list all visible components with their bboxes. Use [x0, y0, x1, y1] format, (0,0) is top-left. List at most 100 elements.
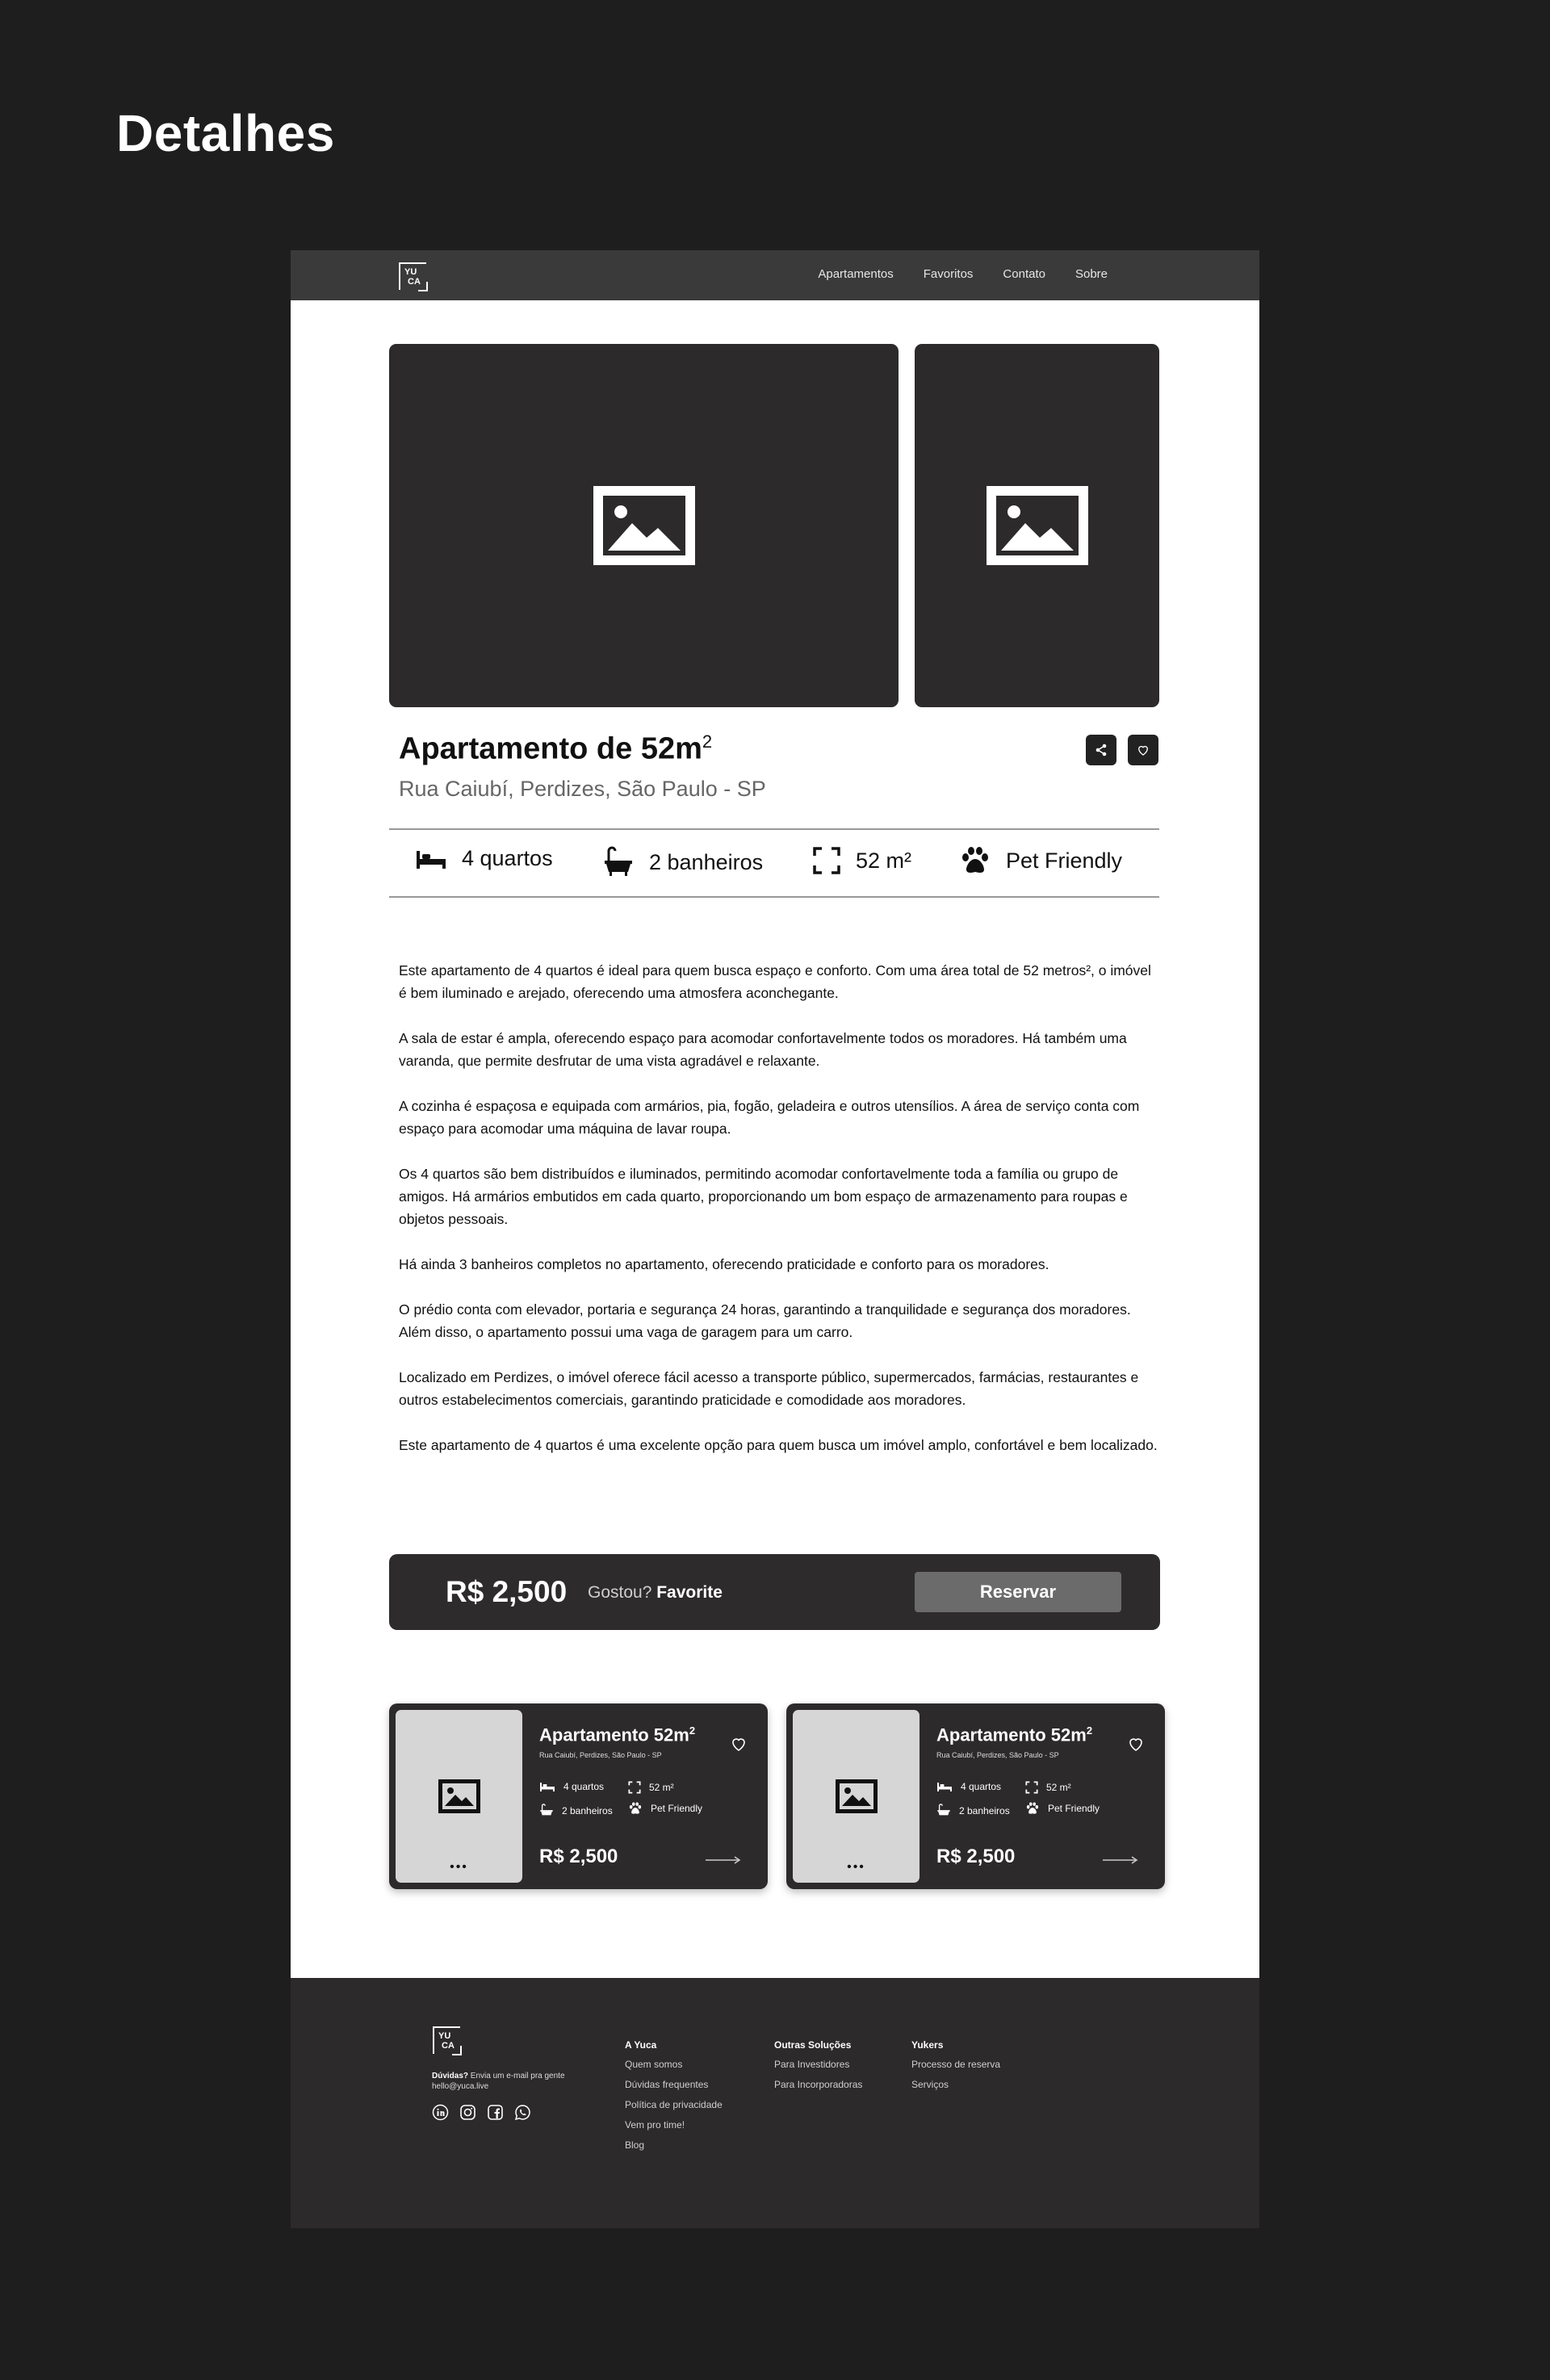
- main-photo[interactable]: [389, 344, 899, 707]
- card-bathrooms-text: 2 banheiros: [562, 1805, 613, 1816]
- description-paragraph: Localizado em Perdizes, o imóvel oferece…: [399, 1369, 1139, 1408]
- top-navbar: YU CA Apartamentos Favoritos Contato Sob…: [291, 250, 1259, 300]
- image-placeholder-icon: [986, 486, 1088, 565]
- related-listing-card[interactable]: ••• Apartamento 52m2 Rua Caiubí, Perdize…: [389, 1703, 768, 1889]
- paw-icon: [1026, 1802, 1039, 1814]
- card-arrow-button[interactable]: [1103, 1854, 1138, 1868]
- card-bathrooms-text: 2 banheiros: [959, 1805, 1010, 1816]
- card-title-superscript: 2: [1086, 1724, 1093, 1737]
- footer-column-a-yuca: A Yuca Quem somos Dúvidas frequentes Pol…: [625, 2039, 723, 2160]
- description-paragraph: Há ainda 3 banheiros completos no aparta…: [399, 1256, 1049, 1272]
- nav-link-contato[interactable]: Contato: [1003, 267, 1045, 281]
- bed-icon: [540, 1783, 555, 1791]
- footer-link[interactable]: Dúvidas frequentes: [625, 2079, 723, 2090]
- share-button[interactable]: [1086, 735, 1116, 765]
- description-paragraph: Este apartamento de 4 quartos é uma exce…: [399, 1437, 1158, 1453]
- footer-link[interactable]: Processo de reserva: [911, 2059, 1000, 2070]
- description-paragraph: A sala de estar é ampla, oferecendo espa…: [399, 1030, 1127, 1069]
- footer-link[interactable]: Para Investidores: [774, 2059, 862, 2070]
- footer-yuca-logo[interactable]: YU CA: [433, 2026, 462, 2055]
- facebook-icon[interactable]: [487, 2104, 504, 2121]
- related-listing-card[interactable]: ••• Apartamento 52m2 Rua Caiubí, Perdize…: [786, 1703, 1165, 1889]
- card-feature-pet: Pet Friendly: [1025, 1802, 1100, 1815]
- footer-column-heading: Outras Soluções: [774, 2039, 852, 2051]
- paw-icon: [629, 1802, 642, 1814]
- nav-link-favoritos[interactable]: Favoritos: [924, 267, 974, 281]
- nav-link-sobre[interactable]: Sobre: [1075, 267, 1108, 281]
- card-bedrooms-text: 4 quartos: [563, 1781, 605, 1792]
- card-feature-area: 52 m²: [1025, 1781, 1071, 1794]
- card-area-text: 52 m²: [1046, 1782, 1071, 1793]
- footer: YU CA Dúvidas? Envia um e-mail pra gente…: [291, 1978, 1259, 2228]
- footer-link[interactable]: Para Incorporadoras: [774, 2079, 862, 2090]
- feature-bathrooms: 2 banheiros: [602, 846, 763, 878]
- card-feature-bedrooms: 4 quartos: [539, 1781, 604, 1792]
- card-pet-text: Pet Friendly: [1048, 1803, 1100, 1814]
- card-area-text: 52 m²: [649, 1782, 674, 1793]
- card-title: Apartamento 52m2: [539, 1724, 695, 1745]
- more-dots-icon[interactable]: •••: [793, 1861, 920, 1874]
- feature-pet-text: Pet Friendly: [1006, 848, 1123, 873]
- card-feature-pet: Pet Friendly: [628, 1802, 702, 1815]
- favorite-button[interactable]: [1128, 735, 1158, 765]
- footer-link[interactable]: Blog: [625, 2139, 723, 2151]
- card-favorite-button[interactable]: [1125, 1734, 1146, 1758]
- favorite-prompt-text: Gostou?: [588, 1583, 652, 1602]
- nav-link-apartamentos[interactable]: Apartamentos: [818, 267, 893, 281]
- feature-bedrooms-text: 4 quartos: [462, 846, 553, 870]
- footer-link[interactable]: Política de privacidade: [625, 2099, 723, 2110]
- footer-column-yukers: Yukers Processo de reserva Serviços: [911, 2039, 1000, 2099]
- feature-bedrooms: 4 quartos: [415, 846, 553, 871]
- listing-title-text: Apartamento de 52m: [399, 731, 702, 766]
- card-favorite-button[interactable]: [728, 1734, 749, 1758]
- arrow-right-icon: [706, 1856, 741, 1864]
- page-frame: YU CA Apartamentos Favoritos Contato Sob…: [291, 250, 1259, 2228]
- footer-column-outras-solucoes: Outras Soluções Para Investidores Para I…: [774, 2039, 862, 2099]
- image-placeholder-icon: [593, 486, 695, 565]
- price-value: R$ 2,500: [446, 1575, 568, 1608]
- page-heading: Detalhes: [116, 104, 335, 162]
- whatsapp-icon[interactable]: [514, 2104, 531, 2121]
- card-thumbnail[interactable]: •••: [396, 1710, 522, 1883]
- card-price: R$ 2,500: [936, 1846, 1016, 1867]
- feature-area-text: 52 m²: [856, 848, 912, 873]
- heart-icon: [732, 1738, 745, 1751]
- card-address: Rua Caiubí, Perdizes, São Paulo - SP: [539, 1751, 662, 1759]
- reserve-button[interactable]: Reservar: [915, 1572, 1121, 1612]
- description-paragraph: O prédio conta com elevador, portaria e …: [399, 1301, 1131, 1340]
- price-bar: R$ 2,500 Gostou? Favorite Reservar: [389, 1554, 1160, 1630]
- area-icon: [813, 847, 840, 874]
- card-thumbnail[interactable]: •••: [793, 1710, 920, 1883]
- footer-link[interactable]: Serviços: [911, 2079, 1000, 2090]
- card-feature-bathrooms: 2 banheiros: [936, 1804, 1010, 1818]
- bed-icon: [417, 850, 446, 869]
- yuca-logo[interactable]: YU CA: [399, 262, 428, 291]
- footer-link[interactable]: Quem somos: [625, 2059, 723, 2070]
- card-pet-text: Pet Friendly: [651, 1803, 703, 1814]
- paw-icon: [962, 847, 988, 873]
- favorite-link[interactable]: Favorite: [656, 1583, 723, 1602]
- footer-contact-email[interactable]: hello@yuca.live: [432, 2082, 488, 2091]
- image-placeholder-icon: [835, 1779, 878, 1813]
- logo-text-top: YU: [438, 2031, 451, 2041]
- more-dots-icon[interactable]: •••: [396, 1861, 522, 1874]
- card-title-text: Apartamento 52m: [539, 1724, 689, 1745]
- secondary-photo[interactable]: [915, 344, 1159, 707]
- footer-contact-label: Dúvidas?: [432, 2072, 469, 2080]
- area-icon: [1025, 1781, 1038, 1794]
- image-placeholder-icon: [438, 1779, 480, 1813]
- card-arrow-button[interactable]: [706, 1854, 741, 1868]
- card-address: Rua Caiubí, Perdizes, São Paulo - SP: [936, 1751, 1059, 1759]
- feature-bathrooms-text: 2 banheiros: [649, 849, 764, 874]
- linkedin-icon[interactable]: [432, 2104, 449, 2121]
- features-bar: 4 quartos 2 banheiros 52 m² Pet Friendly: [389, 828, 1159, 898]
- footer-link[interactable]: Vem pro time!: [625, 2119, 723, 2131]
- instagram-icon[interactable]: [459, 2104, 476, 2121]
- card-price: R$ 2,500: [539, 1846, 618, 1867]
- card-title-text: Apartamento 52m: [936, 1724, 1087, 1745]
- logo-corner: [452, 2046, 462, 2055]
- card-bedrooms-text: 4 quartos: [961, 1781, 1002, 1792]
- footer-column-heading: Yukers: [911, 2039, 944, 2051]
- logo-corner: [418, 282, 428, 291]
- listing-description: Este apartamento de 4 quartos é ideal pa…: [399, 959, 1158, 1479]
